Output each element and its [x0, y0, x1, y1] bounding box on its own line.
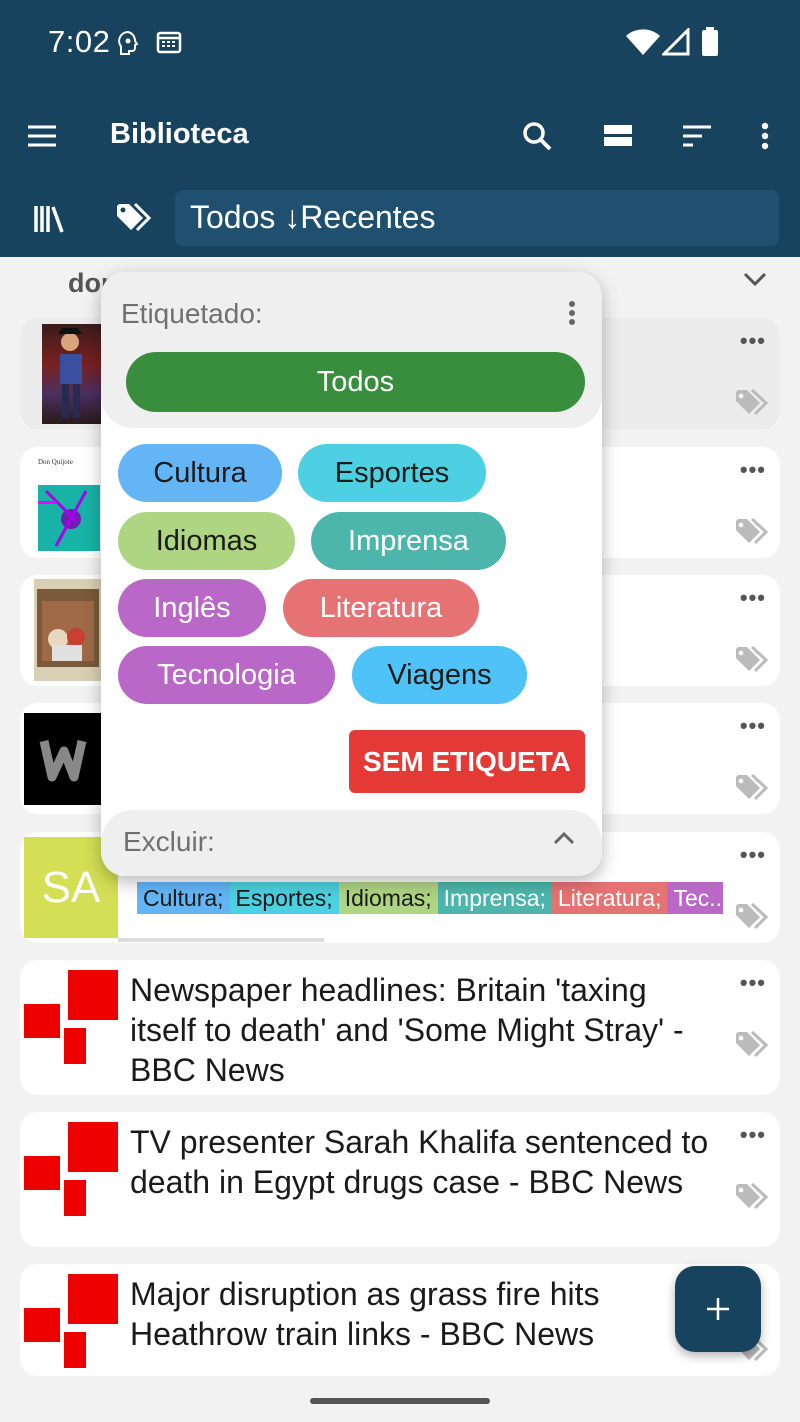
add-icon: [707, 1298, 729, 1320]
tag-icon[interactable]: [734, 1182, 770, 1212]
list-item[interactable]: TV presenter Sarah Khalifa sentenced to …: [20, 1112, 780, 1247]
tag-filter-popup: Etiquetado: Todos Cultura Esportes Idiom…: [101, 272, 602, 876]
more-horiz-icon[interactable]: •••: [740, 1122, 766, 1148]
tag-chip-cultura[interactable]: Cultura: [118, 444, 282, 502]
tag-chip-viagens[interactable]: Viagens: [352, 646, 527, 704]
filter-bar: Todos ↓Recentes: [0, 182, 800, 257]
tag-chip-idiomas[interactable]: Idiomas: [118, 512, 295, 570]
view-mode-icon[interactable]: [598, 116, 638, 156]
sort-icon[interactable]: [677, 116, 717, 156]
all-tags-button[interactable]: Todos: [126, 352, 585, 412]
tag-chip-ingles[interactable]: Inglês: [118, 579, 266, 637]
tag-chip-literatura[interactable]: Literatura: [283, 579, 479, 637]
tag-label: Cultura;: [137, 882, 230, 914]
tag-icon[interactable]: [734, 902, 770, 932]
filter-dropdown[interactable]: Todos ↓Recentes: [175, 190, 779, 246]
list-item[interactable]: Major disruption as grass fire hits Heat…: [20, 1264, 780, 1376]
book-cover-thumbnail: [34, 579, 102, 681]
cell-signal-icon: [660, 26, 690, 61]
chevron-up-icon[interactable]: [552, 830, 576, 851]
more-horiz-icon[interactable]: •••: [740, 585, 766, 611]
tag-label: Imprensa;: [437, 882, 552, 914]
svg-text:Don Quijote: Don Quijote: [38, 458, 73, 466]
assistant-icon: [116, 30, 140, 61]
app-bar: Biblioteca: [0, 88, 800, 182]
tag-label: Tec...: [667, 882, 723, 914]
status-bar: 7:02: [0, 0, 800, 88]
search-icon[interactable]: [517, 116, 557, 156]
more-horiz-icon[interactable]: •••: [740, 970, 766, 996]
tagged-label: Etiquetado:: [121, 298, 263, 329]
item-title: Major disruption as grass fire hits Heat…: [130, 1276, 600, 1352]
tag-chip-imprensa[interactable]: Imprensa: [311, 512, 506, 570]
battery-icon: [700, 27, 720, 62]
more-vert-icon[interactable]: [745, 116, 785, 156]
tag-strip: Cultura; Esportes; Idiomas; Imprensa; Litera…: [137, 882, 723, 914]
exclude-section[interactable]: Excluir:: [101, 810, 602, 876]
gesture-nav-handle[interactable]: [310, 1398, 490, 1404]
chevron-down-icon[interactable]: [742, 270, 768, 293]
more-vert-icon[interactable]: [568, 300, 576, 331]
wifi-icon: [625, 28, 661, 61]
tag-icon[interactable]: [734, 645, 770, 675]
bbc-logo-thumbnail: [24, 968, 118, 1064]
exclude-label: Excluir:: [123, 826, 215, 857]
tag-icon[interactable]: [734, 773, 770, 803]
item-title: TV presenter Sarah Khalifa sentenced to …: [130, 1124, 709, 1200]
add-button[interactable]: [675, 1266, 761, 1352]
item-title: Newspaper headlines: Britain 'taxing its…: [130, 972, 684, 1088]
tag-icon[interactable]: [115, 202, 153, 241]
bbc-logo-thumbnail: [24, 1120, 118, 1216]
list-item[interactable]: Newspaper headlines: Britain 'taxing its…: [20, 960, 780, 1095]
page-title: Biblioteca: [110, 118, 249, 150]
book-cover-thumbnail: Don Quijote: [36, 451, 102, 553]
tag-label: Idiomas;: [338, 882, 438, 914]
tag-icon[interactable]: [734, 517, 770, 547]
more-horiz-icon[interactable]: •••: [740, 713, 766, 739]
bbc-logo-thumbnail: [24, 1272, 118, 1368]
more-horiz-icon[interactable]: •••: [740, 328, 766, 354]
thumbnail-image: [24, 713, 102, 805]
tag-chip-tecnologia[interactable]: Tecnologia: [118, 646, 335, 704]
tag-icon[interactable]: [734, 1030, 770, 1060]
untagged-button[interactable]: SEM ETIQUETA: [349, 730, 585, 793]
more-horiz-icon[interactable]: •••: [740, 842, 766, 868]
library-icon[interactable]: [33, 204, 67, 239]
book-cover-thumbnail: [42, 324, 102, 424]
tag-label: Literatura;: [551, 882, 668, 914]
progress-bar: [118, 938, 324, 942]
tag-chip-esportes[interactable]: Esportes: [298, 444, 486, 502]
more-horiz-icon[interactable]: •••: [740, 457, 766, 483]
status-time: 7:02: [48, 24, 111, 59]
tag-icon[interactable]: [734, 388, 770, 418]
tag-label: Esportes;: [229, 882, 339, 914]
tag-filter-header: Etiquetado: Todos: [101, 272, 602, 428]
menu-icon[interactable]: [22, 116, 62, 156]
calendar-icon: [156, 30, 182, 59]
